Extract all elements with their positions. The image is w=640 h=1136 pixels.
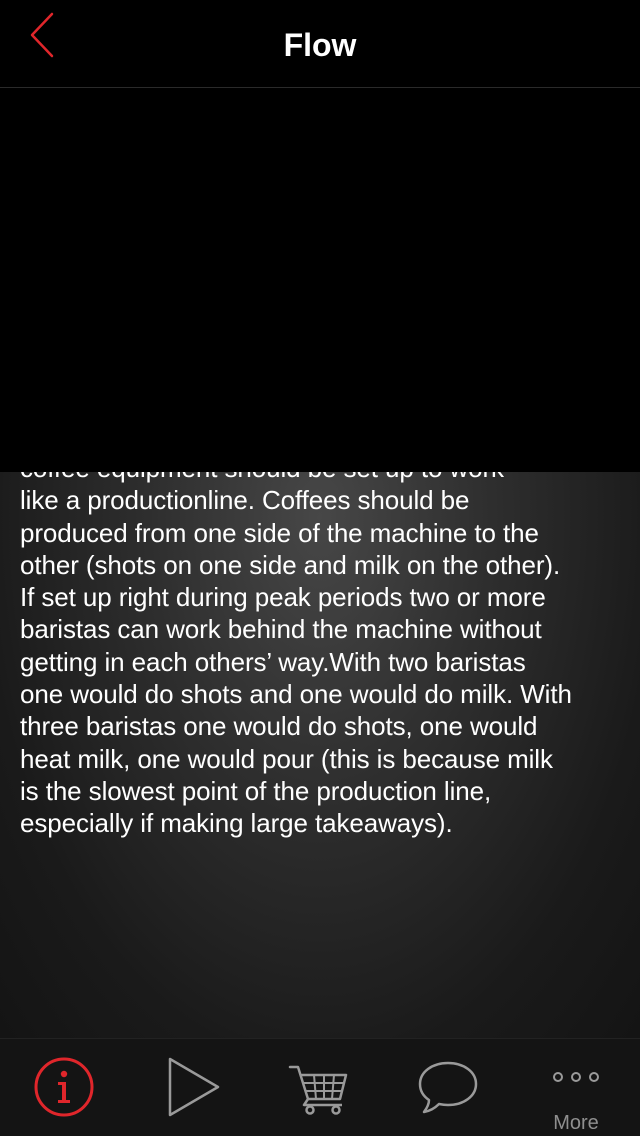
tab-comments[interactable] bbox=[384, 1039, 512, 1136]
content-scroll-area[interactable]: coffee equipment should be set up to wor… bbox=[0, 472, 640, 1038]
navigation-bar: Flow bbox=[0, 0, 640, 88]
speech-bubble-icon bbox=[418, 1061, 478, 1114]
tab-more-label: More bbox=[553, 1112, 599, 1134]
back-button[interactable] bbox=[20, 8, 70, 64]
body-text: coffee equipment should be set up to wor… bbox=[20, 472, 572, 839]
tab-play[interactable] bbox=[128, 1039, 256, 1136]
page-title: Flow bbox=[283, 27, 357, 63]
tab-more[interactable]: More bbox=[512, 1039, 640, 1136]
chevron-left-icon bbox=[30, 12, 54, 58]
play-icon bbox=[168, 1057, 220, 1117]
cart-icon bbox=[288, 1065, 348, 1115]
info-icon bbox=[34, 1057, 94, 1117]
tab-cart[interactable] bbox=[256, 1039, 384, 1136]
video-player[interactable] bbox=[0, 89, 640, 472]
tab-info[interactable] bbox=[0, 1039, 128, 1136]
tab-bar: More bbox=[0, 1038, 640, 1136]
app-screen: Flow coffee equipment should be set up t… bbox=[0, 0, 640, 1136]
more-icon bbox=[553, 1072, 599, 1082]
